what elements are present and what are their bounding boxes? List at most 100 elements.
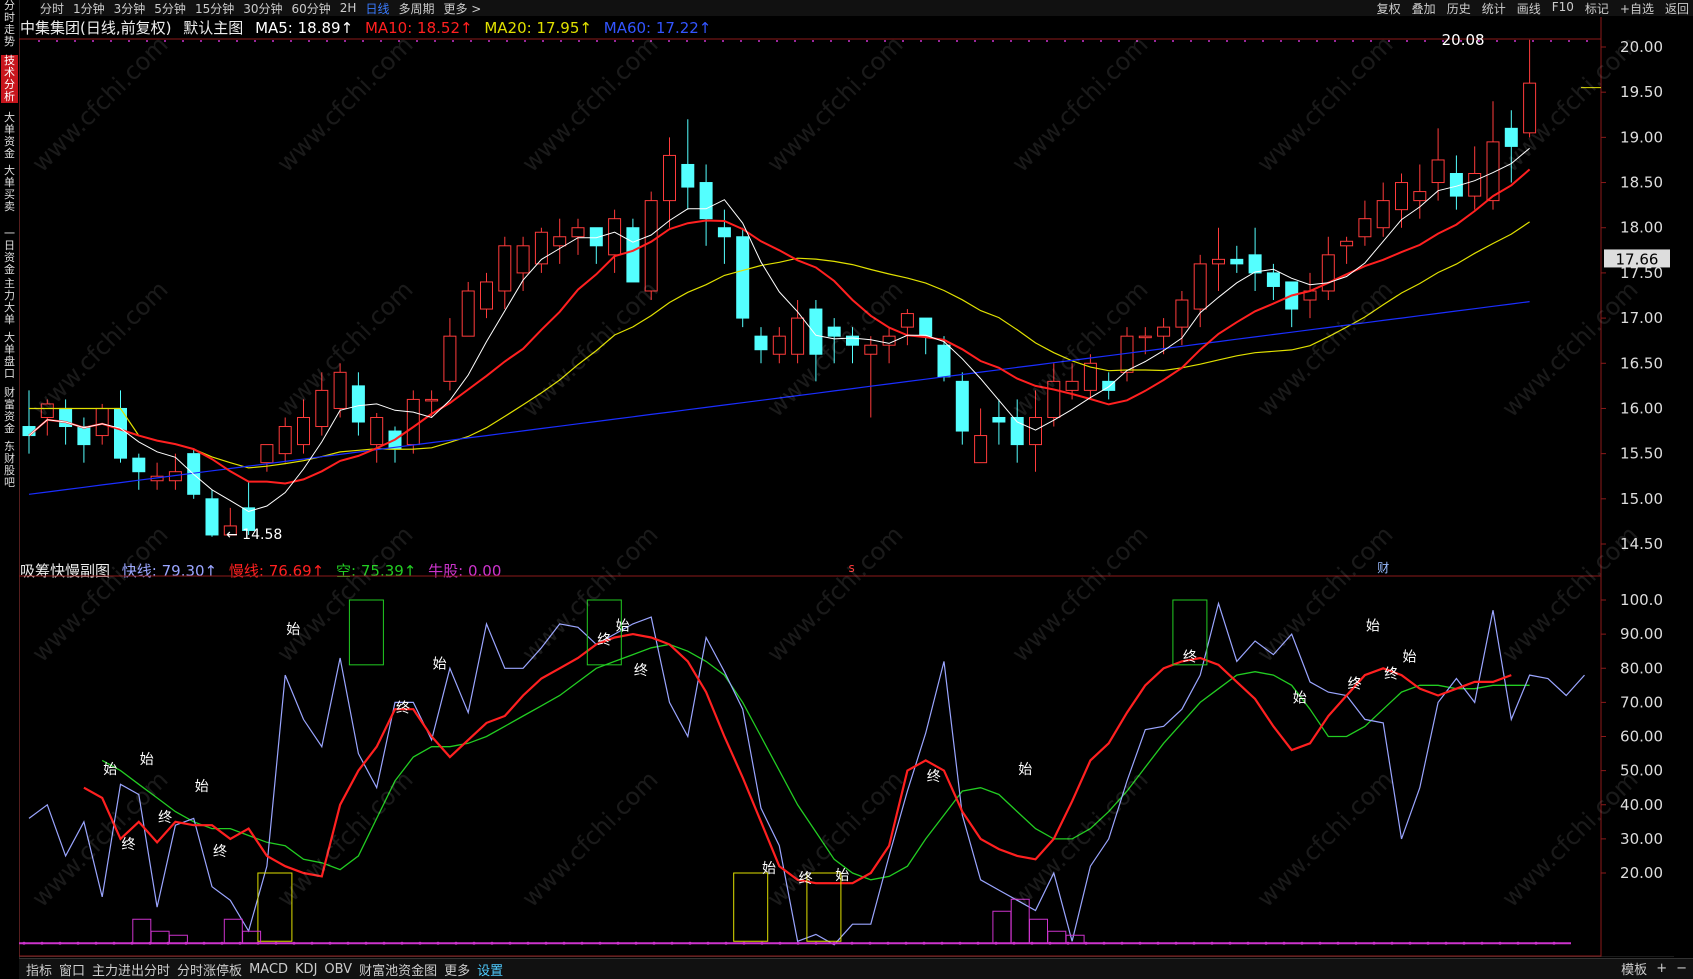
top-action-8[interactable]: 返回 xyxy=(1665,0,1689,16)
top-dot xyxy=(488,40,490,42)
signal-marker-fin: 财 xyxy=(1377,561,1389,575)
top-dot xyxy=(1586,40,1588,42)
candle-body xyxy=(717,227,731,238)
bull-dot xyxy=(382,941,386,945)
candle-body xyxy=(919,317,933,337)
bottom-tab-6[interactable]: OBV xyxy=(324,962,352,977)
bottom-right-1[interactable]: + xyxy=(1656,961,1667,976)
top-action-4[interactable]: 画线 xyxy=(1517,0,1541,16)
bull-dot xyxy=(1480,941,1484,945)
left-nav-item-3[interactable]: 大单买卖 xyxy=(1,165,18,213)
top-dot xyxy=(398,40,400,42)
left-nav-item-0[interactable]: 分时走势 xyxy=(1,0,18,48)
bottom-right-2[interactable]: − xyxy=(1676,961,1687,976)
top-action-7[interactable]: +自选 xyxy=(1620,0,1654,16)
bull-dot xyxy=(1444,941,1448,945)
top-dot xyxy=(848,40,850,42)
bull-dot xyxy=(904,941,908,945)
signal-box xyxy=(257,872,293,942)
period-tab-3[interactable]: 5分钟 xyxy=(154,0,186,17)
bottom-tab-0[interactable]: 指标 xyxy=(26,960,52,979)
period-tab-9[interactable]: 多周期 xyxy=(398,0,434,17)
bull-dot xyxy=(58,941,62,945)
top-action-2[interactable]: 历史 xyxy=(1447,0,1471,16)
top-dot xyxy=(1370,40,1372,42)
period-tab-5[interactable]: 30分钟 xyxy=(243,0,282,17)
bottom-tab-3[interactable]: 分时涨停板 xyxy=(177,960,242,979)
bull-bar xyxy=(150,930,170,944)
left-nav-item-6[interactable]: 大单盘口 xyxy=(1,332,18,380)
candle-body xyxy=(1138,335,1152,339)
price-axis-label: 19.00 xyxy=(1620,128,1663,146)
bottom-tab-9[interactable]: 设置 xyxy=(477,960,503,979)
top-dot xyxy=(1010,40,1012,42)
top-dot xyxy=(1154,40,1156,42)
high-price-label: 20.08 xyxy=(1442,31,1485,49)
period-tab-8[interactable]: 日线 xyxy=(365,0,389,17)
candle-body xyxy=(1413,191,1427,202)
top-dot xyxy=(1118,40,1120,42)
top-dot xyxy=(1406,40,1408,42)
left-nav-item-7[interactable]: 财富资金 xyxy=(1,387,18,435)
candle-body xyxy=(1358,218,1372,238)
bottom-tab-2[interactable]: 主力进出分时 xyxy=(92,960,170,979)
bottom-tab-7[interactable]: 财富池资金图 xyxy=(359,960,437,979)
left-nav-item-5[interactable]: 主力大单 xyxy=(1,278,18,326)
slow-line xyxy=(83,632,1512,885)
signal-label: 终 xyxy=(634,663,648,679)
candle-body xyxy=(95,407,109,437)
top-dot xyxy=(524,40,526,42)
bull-dot xyxy=(1300,941,1304,945)
bottom-tab-5[interactable]: KDJ xyxy=(295,962,317,977)
bull-dot xyxy=(400,941,404,945)
top-dot xyxy=(74,40,76,42)
left-nav-item-2[interactable]: 大单资金 xyxy=(1,112,18,160)
top-dot xyxy=(830,40,832,42)
top-action-3[interactable]: 统计 xyxy=(1482,0,1506,16)
top-dot xyxy=(182,40,184,42)
top-action-1[interactable]: 叠加 xyxy=(1412,0,1436,16)
top-dot xyxy=(1280,40,1282,42)
top-dot xyxy=(290,40,292,42)
top-dot xyxy=(218,40,220,42)
indicator-axis-label: 60.00 xyxy=(1620,728,1663,746)
bull-dot xyxy=(616,941,620,945)
bottom-tab-4[interactable]: MACD xyxy=(249,962,288,977)
top-action-0[interactable]: 复权 xyxy=(1377,0,1401,16)
left-nav-item-1[interactable]: 技术分析 xyxy=(1,55,18,103)
signal-label: 终 xyxy=(927,769,941,785)
bull-dot xyxy=(562,941,566,945)
bull-dot xyxy=(436,941,440,945)
candle-body xyxy=(644,200,658,292)
bull-dot xyxy=(922,941,926,945)
top-dot xyxy=(596,40,598,42)
top-action-6[interactable]: 标记 xyxy=(1585,0,1609,16)
bull-dot xyxy=(1498,941,1502,945)
period-tab-4[interactable]: 15分钟 xyxy=(195,0,234,17)
bull-dot xyxy=(202,941,206,945)
period-tab-2[interactable]: 3分钟 xyxy=(114,0,146,17)
bottom-right-0[interactable]: 模板 xyxy=(1621,959,1647,978)
kline-chart[interactable]: 20.0019.5019.0018.5018.0017.5017.0016.50… xyxy=(19,17,1693,957)
period-tab-6[interactable]: 60分钟 xyxy=(292,0,331,17)
left-nav-item-4[interactable]: 一日资金 xyxy=(1,228,18,276)
bottom-tab-1[interactable]: 窗口 xyxy=(59,960,85,979)
bull-dot xyxy=(1354,941,1358,945)
period-tab-7[interactable]: 2H xyxy=(340,1,357,15)
top-dot xyxy=(38,40,40,42)
top-action-5[interactable]: F10 xyxy=(1552,0,1574,16)
period-tab-1[interactable]: 1分钟 xyxy=(73,0,105,17)
bull-dot xyxy=(580,941,584,945)
bottom-tab-8[interactable]: 更多 xyxy=(444,960,470,979)
candle-body xyxy=(937,344,951,378)
bull-dot xyxy=(472,941,476,945)
bull-dot xyxy=(490,941,494,945)
period-tab-0[interactable]: 分时 xyxy=(40,0,64,17)
top-dot xyxy=(1532,40,1534,42)
candle-body xyxy=(1468,173,1482,197)
signal-label: 终 xyxy=(158,810,172,826)
bull-bar xyxy=(132,918,152,944)
period-tab-10[interactable]: 更多 > xyxy=(443,0,481,17)
left-nav-item-8[interactable]: 东财股吧 xyxy=(1,441,18,489)
signal-label: 终 xyxy=(1348,677,1362,693)
